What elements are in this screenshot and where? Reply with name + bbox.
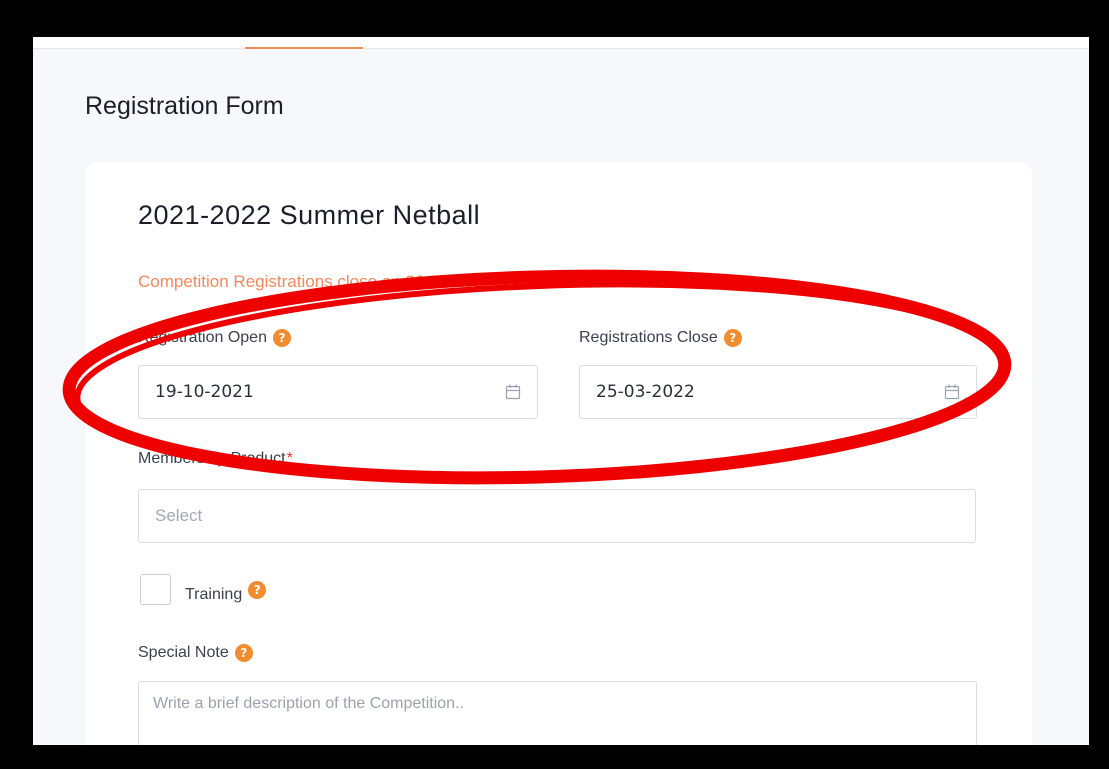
help-icon[interactable]: ? — [248, 581, 267, 599]
membership-product-label-row: Membership Product * — [138, 450, 293, 468]
competition-title: 2021-2022 Summer Netball — [138, 200, 481, 230]
registration-open-label-row: Registration Open ? — [138, 329, 291, 347]
training-checkbox[interactable] — [140, 574, 171, 605]
membership-product-label: Membership Product — [138, 450, 286, 467]
special-note-textarea[interactable]: Write a brief description of the Competi… — [138, 681, 977, 745]
special-note-label-row: Special Note ? — [138, 644, 253, 662]
membership-product-placeholder: Select — [155, 506, 203, 525]
help-icon[interactable]: ? — [272, 329, 291, 347]
registration-open-label: Registration Open — [138, 329, 267, 346]
calendar-icon[interactable] — [944, 384, 960, 400]
form-card: 2021-2022 Summer Netball Competition Reg… — [85, 162, 1032, 745]
help-icon[interactable]: ? — [723, 329, 742, 347]
training-label: Training — [185, 586, 243, 603]
registration-close-notice: Competition Registrations close on 26-03… — [138, 272, 493, 291]
special-note-placeholder: Write a brief description of the Competi… — [153, 695, 464, 712]
help-icon[interactable]: ? — [234, 644, 253, 662]
training-label-row: Training ? — [185, 581, 267, 604]
registration-open-value: 19-10-2021 — [155, 382, 254, 402]
registration-open-date-input[interactable]: 19-10-2021 — [138, 365, 538, 419]
required-marker: * — [286, 450, 293, 467]
top-tab-bar — [33, 37, 1089, 49]
registrations-close-value: 25-03-2022 — [596, 382, 695, 402]
registrations-close-date-input[interactable]: 25-03-2022 — [579, 365, 977, 419]
special-note-label: Special Note — [138, 644, 229, 661]
active-tab-indicator — [245, 47, 363, 49]
calendar-icon[interactable] — [505, 384, 521, 400]
membership-product-select[interactable]: Select — [138, 489, 976, 543]
app-screen: Registration Form 2021-2022 Summer Netba… — [33, 37, 1089, 745]
registrations-close-label: Registrations Close — [579, 329, 718, 346]
registrations-close-label-row: Registrations Close ? — [579, 329, 742, 347]
page-title: Registration Form — [85, 92, 284, 120]
